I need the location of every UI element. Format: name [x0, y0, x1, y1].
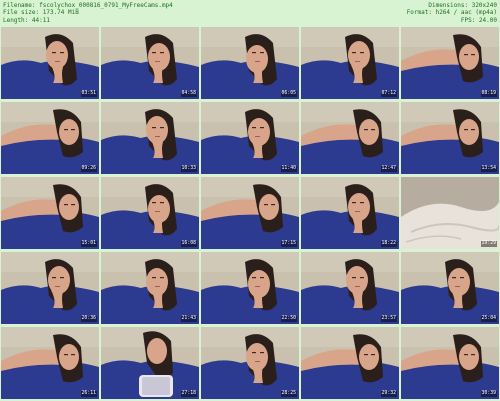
thumbnail-image [1, 252, 99, 324]
video-thumbnail[interactable]: 07:12 [301, 27, 399, 99]
thumbnail-timestamp: 28:25 [280, 391, 297, 397]
video-thumbnail[interactable]: 29:32 [301, 327, 399, 399]
thumbnail-timestamp: 20:36 [80, 316, 97, 322]
thumbnail-timestamp: 19:29 [480, 241, 497, 247]
video-thumbnail[interactable]: 28:25 [201, 327, 299, 399]
fps-label: FPS: 24.00 [460, 16, 497, 24]
thumbnail-image [1, 102, 99, 174]
thumbnail-timestamp: 10:33 [180, 166, 197, 172]
video-thumbnail[interactable]: 18:22 [301, 177, 399, 249]
thumbnail-image [1, 327, 99, 399]
thumbnail-timestamp: 09:26 [80, 166, 97, 172]
video-thumbnail[interactable]: 17:15 [201, 177, 299, 249]
thumbnail-image [201, 177, 299, 249]
video-thumbnail[interactable]: 08:19 [401, 27, 499, 99]
video-thumbnail[interactable]: 11:40 [201, 102, 299, 174]
thumbnail-image [301, 27, 399, 99]
thumbnail-grid: 03:51 04:58 06:05 07:12 08:19 09:26 10:33 11:40… [1, 27, 499, 399]
thumbnail-image [401, 177, 499, 249]
thumbnail-timestamp: 21:43 [180, 316, 197, 322]
thumbnail-image [101, 27, 199, 99]
thumbnail-image [201, 27, 299, 99]
video-thumbnail[interactable]: 13:54 [401, 102, 499, 174]
thumbnail-image [301, 102, 399, 174]
thumbnail-image [101, 327, 199, 399]
thumbnail-timestamp: 11:40 [280, 166, 297, 172]
thumbnail-timestamp: 07:12 [380, 91, 397, 97]
thumbnail-image [301, 327, 399, 399]
video-thumbnail[interactable]: 10:33 [101, 102, 199, 174]
thumbnail-timestamp: 04:58 [180, 91, 197, 97]
video-thumbnail[interactable]: 16:08 [101, 177, 199, 249]
thumbnail-image [1, 27, 99, 99]
thumbnail-image [1, 177, 99, 249]
header-right: Dimensions: 320x240 Format: h264 / aac (… [407, 2, 497, 24]
format-label: Format: h264 / aac (mp4a) [406, 9, 497, 17]
length-label: Length: 44:11 [3, 16, 50, 24]
video-thumbnail[interactable]: 22:50 [201, 252, 299, 324]
video-thumbnail[interactable]: 03:51 [1, 27, 99, 99]
filesize-label: File size: 173.74 MiB [3, 9, 79, 17]
thumbnail-image [401, 27, 499, 99]
video-thumbnail[interactable]: 04:58 [101, 27, 199, 99]
thumbnail-timestamp: 12:47 [380, 166, 397, 172]
thumbnail-timestamp: 06:05 [280, 91, 297, 97]
video-thumbnail[interactable]: 27:18 [101, 327, 199, 399]
thumbnail-timestamp: 30:39 [480, 391, 497, 397]
thumbnail-image [201, 327, 299, 399]
thumbnail-timestamp: 29:32 [380, 391, 397, 397]
thumbnail-timestamp: 27:18 [180, 391, 197, 397]
thumbnail-timestamp: 18:22 [380, 241, 397, 247]
thumbnail-timestamp: 08:19 [480, 91, 497, 97]
video-thumbnail[interactable]: 30:39 [401, 327, 499, 399]
video-thumbnail[interactable]: 26:11 [1, 327, 99, 399]
thumbnail-image [101, 102, 199, 174]
thumbnail-image [401, 252, 499, 324]
thumbnail-timestamp: 15:01 [80, 241, 97, 247]
thumbnail-timestamp: 22:50 [280, 316, 297, 322]
video-thumbnail[interactable]: 25:04 [401, 252, 499, 324]
filename-label: Filename: fscolychox_000816_0791_MyFreeC… [3, 2, 173, 9]
thumbnail-timestamp: 26:11 [80, 391, 97, 397]
thumbnail-timestamp: 16:08 [180, 241, 197, 247]
thumbnail-image [401, 102, 499, 174]
video-thumbnail[interactable]: 19:29 [401, 177, 499, 249]
dimensions-label: Dimensions: 320x240 [428, 2, 497, 9]
thumbnail-timestamp: 17:15 [280, 241, 297, 247]
thumbnail-timestamp: 25:04 [480, 316, 497, 322]
thumbnail-timestamp: 23:57 [380, 316, 397, 322]
thumbnail-image [201, 252, 299, 324]
header-left: Filename: fscolychox_000816_0791_MyFreeC… [3, 2, 173, 24]
thumbnail-image [101, 177, 199, 249]
thumbnail-image [301, 252, 399, 324]
video-thumbnail[interactable]: 12:47 [301, 102, 399, 174]
video-thumbnail[interactable]: 09:26 [1, 102, 99, 174]
video-thumbnail[interactable]: 23:57 [301, 252, 399, 324]
thumbnail-image [301, 177, 399, 249]
video-thumbnail[interactable]: 20:36 [1, 252, 99, 324]
video-thumbnail[interactable]: 15:01 [1, 177, 99, 249]
thumbnail-image [101, 252, 199, 324]
thumbnail-timestamp: 13:54 [480, 166, 497, 172]
thumbnail-image [401, 327, 499, 399]
thumbnail-timestamp: 03:51 [80, 91, 97, 97]
video-thumbnail[interactable]: 06:05 [201, 27, 299, 99]
thumbnail-image [201, 102, 299, 174]
video-thumbnail[interactable]: 21:43 [101, 252, 199, 324]
